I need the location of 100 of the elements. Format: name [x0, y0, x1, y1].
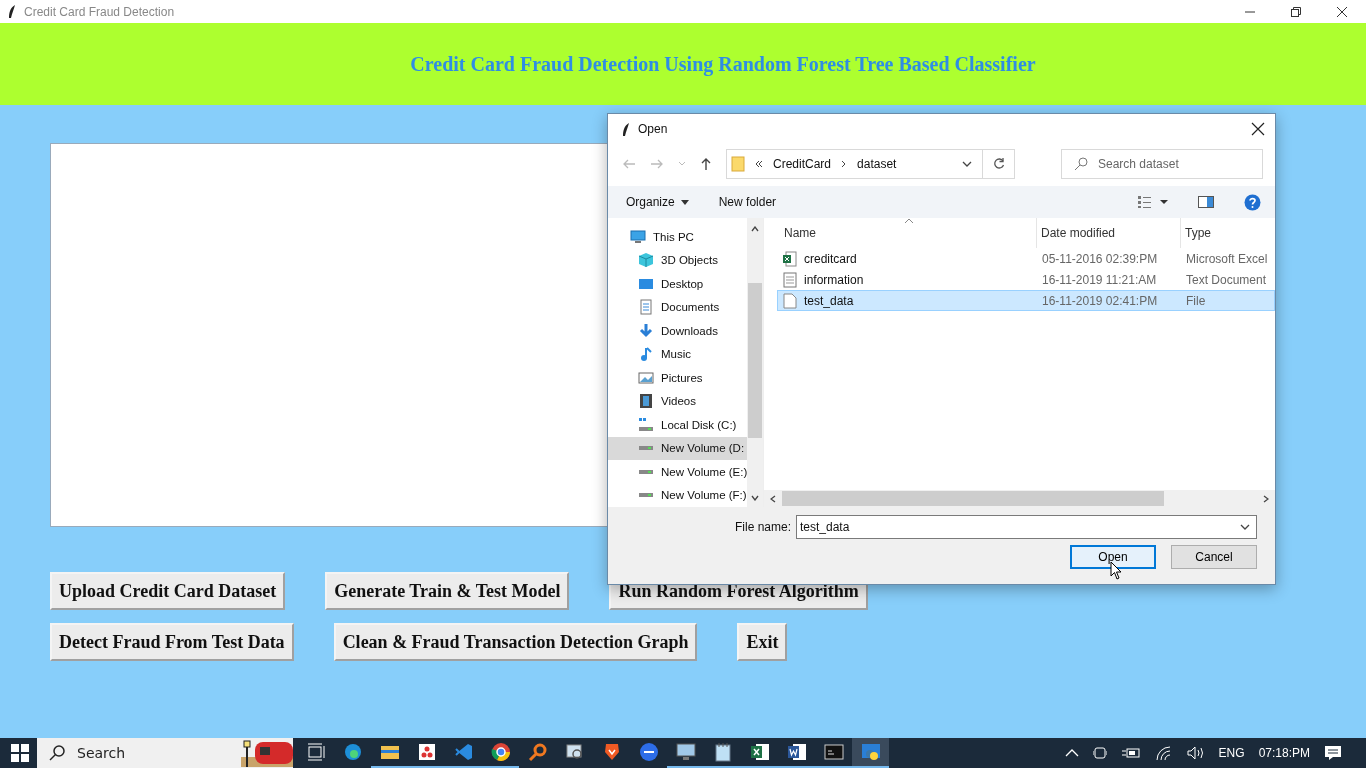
notification-icon[interactable]	[1324, 745, 1342, 761]
column-header[interactable]: Name	[780, 218, 1037, 248]
organize-menu[interactable]: Organize	[626, 195, 689, 209]
chevron-down-icon	[1240, 524, 1250, 530]
column-header[interactable]: Date modified	[1037, 218, 1181, 248]
task-view-icon	[305, 742, 326, 762]
file-type: File	[1185, 293, 1207, 308]
path-segment[interactable]: CreditCard	[773, 157, 832, 171]
file-row[interactable]: information 16-11-2019 11:21:AM Text Document	[777, 269, 1275, 290]
scrollbar[interactable]	[747, 218, 763, 507]
address-bar[interactable]: CreditCard dataset	[726, 149, 1015, 179]
camera-icon[interactable]	[1092, 745, 1107, 761]
nav-item[interactable]: New Volume (E:)	[608, 460, 747, 484]
chevron-up-icon[interactable]	[1064, 749, 1079, 757]
nav-item[interactable]: Pictures	[608, 366, 747, 390]
refresh-icon	[992, 158, 1005, 170]
nav-item[interactable]: Videos	[608, 389, 747, 413]
train-icon	[241, 739, 293, 767]
column-header[interactable]: Type	[1181, 218, 1271, 248]
terminal-icon	[823, 742, 844, 762]
nav-item[interactable]: 3D Objects	[608, 248, 747, 272]
chevron-down-icon	[751, 495, 759, 501]
file-icon	[782, 292, 798, 309]
chevron-right-icon	[841, 160, 848, 168]
language-indicator[interactable]: ENG	[1218, 746, 1245, 760]
speaker-icon[interactable]	[1186, 745, 1205, 761]
python-icon	[860, 742, 881, 762]
chevron-down-icon[interactable]	[962, 161, 972, 167]
nav-item[interactable]: New Volume (D:	[608, 436, 747, 460]
dialog-title: Open	[638, 122, 668, 136]
view-options-icon[interactable]	[1138, 196, 1168, 208]
nav-item[interactable]: Desktop	[608, 272, 747, 296]
taskbar-search-field[interactable]: Search	[37, 738, 293, 768]
close-icon[interactable]	[1251, 122, 1265, 136]
action-button[interactable]: Exit	[737, 623, 788, 661]
notepad-icon	[712, 742, 733, 762]
tile-icon	[416, 742, 437, 762]
scroll-thumb[interactable]	[748, 283, 762, 438]
scrollbar[interactable]	[764, 490, 1275, 507]
drive-icon	[639, 469, 653, 474]
field-label: File name:	[734, 520, 791, 534]
close-icon[interactable]	[1336, 5, 1348, 18]
file-row[interactable]: test_data 16-11-2019 02:41:PM File	[777, 290, 1275, 311]
preview-pane-icon[interactable]	[1198, 196, 1214, 208]
windows-logo-icon[interactable]	[11, 744, 29, 762]
feather-icon	[6, 4, 16, 19]
monitor-icon	[675, 742, 696, 762]
drive-icon	[639, 446, 653, 451]
text-file-icon	[782, 271, 798, 288]
action-button[interactable]: Generate Train & Test Model	[325, 572, 570, 610]
window-title: Credit Card Fraud Detection	[24, 4, 175, 19]
app-heading: Credit Card Fraud Detection Using Random Forest Tree Based Classifier	[410, 52, 1036, 76]
feather-icon	[620, 121, 630, 137]
file-row[interactable]: creditcard 05-11-2016 02:39:PM Microsoft Excel	[777, 248, 1275, 269]
computer-icon	[630, 228, 646, 245]
file-name-field[interactable]: test_data	[796, 515, 1257, 539]
file-name: creditcard	[804, 251, 857, 266]
path-segment[interactable]: dataset	[857, 157, 897, 171]
search-field[interactable]: Search dataset	[1061, 149, 1263, 179]
clock[interactable]: 07:18:PM	[1258, 746, 1310, 760]
help-icon[interactable]	[1244, 193, 1261, 211]
dialog-button[interactable]: Open	[1070, 545, 1156, 569]
spreadsheet-icon	[749, 742, 770, 762]
file-type: Microsoft Excel	[1185, 251, 1269, 266]
nav-item[interactable]: This PC	[608, 225, 747, 249]
drive-icon	[639, 493, 653, 498]
file-type: Text Document	[1185, 272, 1268, 287]
chevron-up-icon	[751, 226, 759, 232]
action-button[interactable]: Upload Credit Card Dataset	[50, 572, 286, 610]
nav-item[interactable]: Downloads	[608, 319, 747, 343]
picture-icon	[638, 369, 654, 386]
file-date: 16-11-2019 11:21:AM	[1041, 272, 1158, 287]
dialog-button[interactable]: Cancel	[1171, 545, 1257, 569]
file-date: 16-11-2019 02:41:PM	[1041, 293, 1159, 308]
action-button[interactable]: Clean & Fraud Transaction Detection Graph	[333, 623, 698, 661]
new-folder-button[interactable]: New folder	[718, 195, 777, 209]
folder-icon	[731, 156, 745, 172]
nav-item[interactable]: Documents	[608, 295, 747, 319]
nav-item[interactable]: Music	[608, 342, 747, 366]
up-arrow-icon[interactable]	[700, 157, 712, 171]
scroll-thumb[interactable]	[782, 491, 1164, 506]
document-icon	[638, 299, 654, 316]
file-name: test_data	[804, 293, 854, 308]
circle-app-icon	[638, 742, 659, 762]
browser-icon	[490, 742, 511, 762]
wifi-icon[interactable]	[1154, 745, 1173, 761]
restore-icon[interactable]	[1290, 5, 1302, 18]
battery-icon[interactable]	[1120, 747, 1141, 759]
chevron-left-icon	[770, 494, 776, 503]
nav-item[interactable]: Local Disk (C:)	[608, 413, 747, 437]
nav-item[interactable]: New Volume (F:)	[608, 483, 747, 507]
drive-icon	[638, 416, 654, 433]
chevron-right-icon	[1263, 494, 1269, 503]
action-button[interactable]: Detect Fraud From Test Data	[50, 623, 294, 661]
file-name: information	[804, 272, 864, 287]
code-editor-icon	[453, 742, 474, 762]
cube-icon	[638, 252, 654, 269]
down-arrow-icon	[638, 322, 654, 339]
taskbar-app[interactable]	[852, 738, 889, 768]
file-date: 05-11-2016 02:39:PM	[1041, 251, 1159, 266]
